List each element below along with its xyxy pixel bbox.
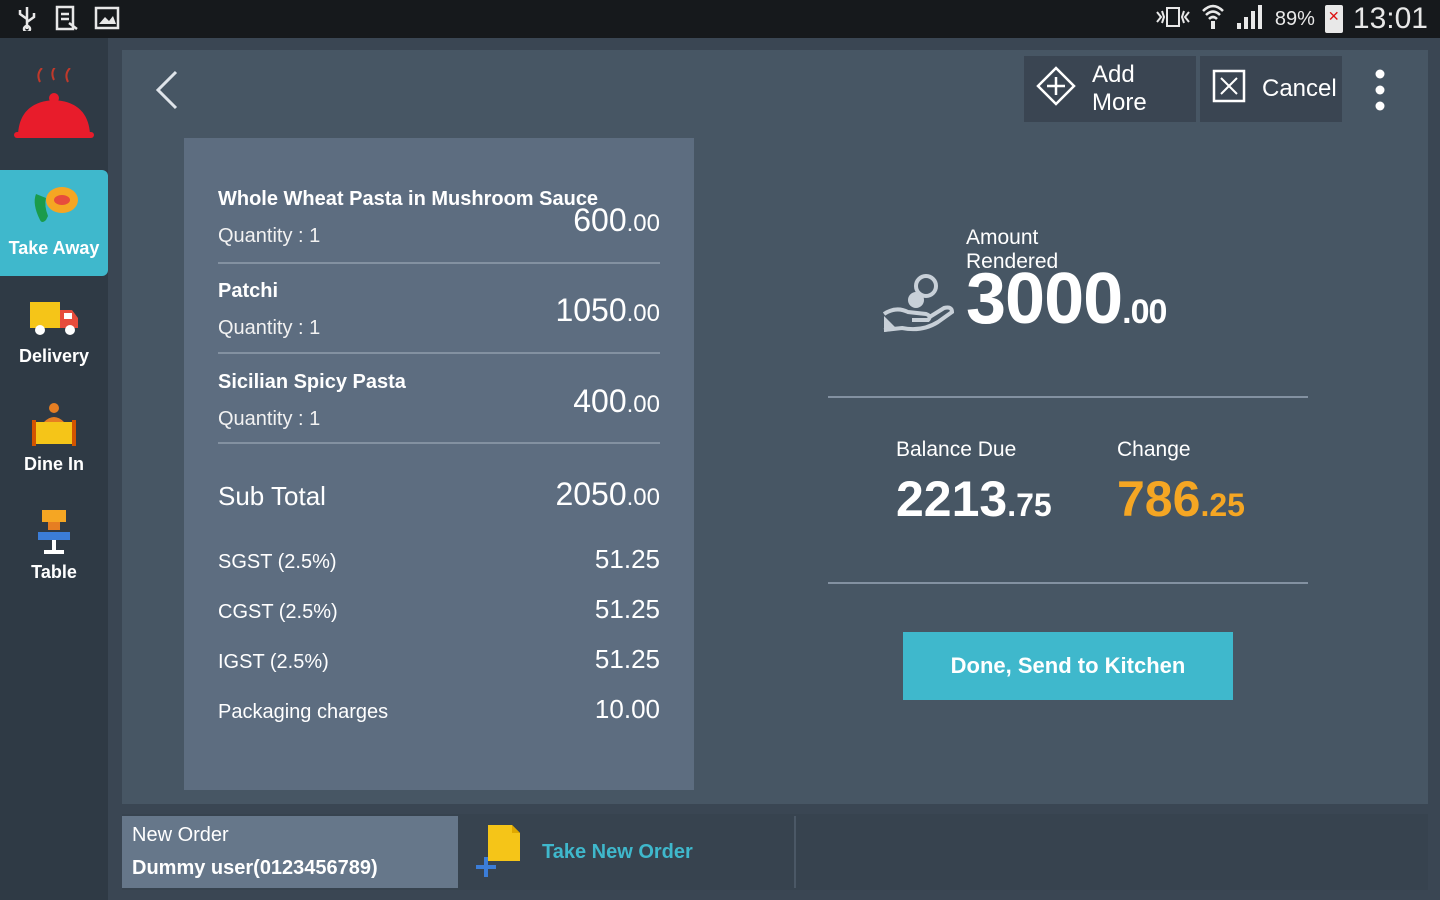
take-new-order-label: Take New Order [542,840,693,863]
order-tab-customer: Dummy user(0123456789) [132,857,378,879]
delivery-truck-icon [26,292,82,340]
tax-row-sgst: SGST (2.5%) 51.25 [218,544,660,575]
order-summary-card: Whole Wheat Pasta in Mushroom Sauce Quan… [184,138,694,790]
charge-label: Packaging charges [218,701,389,723]
vibrate-icon [1155,4,1191,35]
clock: 13:01 [1352,2,1428,35]
item-price: 400.00 [573,383,660,419]
sidebar-item-take-away[interactable]: Take Away [0,170,108,276]
done-send-to-kitchen-button[interactable]: Done, Send to Kitchen [903,632,1233,700]
document-icon [54,5,80,31]
add-more-button[interactable]: Add More [1024,56,1196,122]
wifi-icon [1201,3,1225,36]
add-more-label: Add More [1092,61,1147,116]
divider [828,396,1308,398]
order-item[interactable]: Whole Wheat Pasta in Mushroom Sauce Quan… [218,188,660,248]
change-value: 786.25 [1117,471,1245,527]
balance-due-label: Balance Due [896,438,1017,461]
order-item[interactable]: Patchi Quantity : 1 1050.00 [218,280,660,340]
packaging-row: Packaging charges 10.00 [218,694,660,725]
charge-label: IGST (2.5%) [218,651,329,673]
divider [218,442,660,444]
order-tab-title: New Order [132,824,229,846]
battery-percent: 89% [1274,7,1315,30]
main-panel: Add More Cancel Whole Wheat Pasta in Mus… [122,50,1428,804]
status-bar: 89% 13:01 [0,0,1440,38]
divider [794,816,796,888]
close-box-icon [1212,69,1246,110]
charge-value: 10.00 [594,694,660,724]
amount-rendered-value: 3000.00 [966,259,1167,339]
sidebar-item-label: Table [31,562,77,582]
sidebar-item-dine-in[interactable]: Dine In [0,386,108,492]
divider [218,262,660,264]
table-icon [26,508,82,556]
sidebar-item-delivery[interactable]: Delivery [0,278,108,384]
charge-label: CGST (2.5%) [218,601,338,623]
more-options-icon[interactable] [1372,68,1388,112]
sidebar: Take Away Delivery Dine In Table [0,38,108,900]
take-new-order-button[interactable]: Take New Order [474,822,693,882]
bottom-bar: New Order Dummy user(0123456789) Take Ne… [122,814,1428,890]
tax-row-cgst: CGST (2.5%) 51.25 [218,594,660,625]
open-order-tab[interactable]: New Order Dummy user(0123456789) [122,816,458,888]
sidebar-item-label: Delivery [18,346,90,366]
order-item[interactable]: Sicilian Spicy Pasta Quantity : 1 400.00 [218,371,660,431]
divider [828,582,1308,584]
subtotal-value: 2050.00 [555,476,660,512]
dine-in-icon [26,400,82,448]
change-label: Change [1117,438,1191,461]
divider [218,352,660,354]
subtotal-label: Sub Total [218,481,326,511]
sidebar-item-label: Dine In [23,454,84,474]
add-diamond-icon [1036,65,1076,113]
back-arrow-icon[interactable] [152,68,182,112]
charge-value: 51.25 [594,644,660,674]
cloche-logo-icon [12,65,96,148]
charge-value: 51.25 [594,594,660,624]
sidebar-item-table[interactable]: Table [0,494,108,600]
subtotal-row: Sub Total 2050.00 [218,476,660,513]
charge-label: SGST (2.5%) [218,551,337,573]
new-order-icon [474,821,522,883]
item-price: 600.00 [573,202,660,238]
sidebar-item-label: Take Away [8,238,100,258]
item-price: 1050.00 [555,292,660,328]
take-away-icon [26,184,82,232]
tax-row-igst: IGST (2.5%) 51.25 [218,644,660,675]
cash-hand-icon [882,272,955,334]
image-icon [94,5,120,31]
battery-icon [1324,5,1343,33]
usb-icon [14,5,40,31]
signal-icon [1235,3,1265,36]
charge-value: 51.25 [594,544,660,574]
cancel-button[interactable]: Cancel [1200,56,1342,122]
cancel-label: Cancel [1262,75,1337,102]
balance-due-value: 2213.75 [896,471,1052,527]
